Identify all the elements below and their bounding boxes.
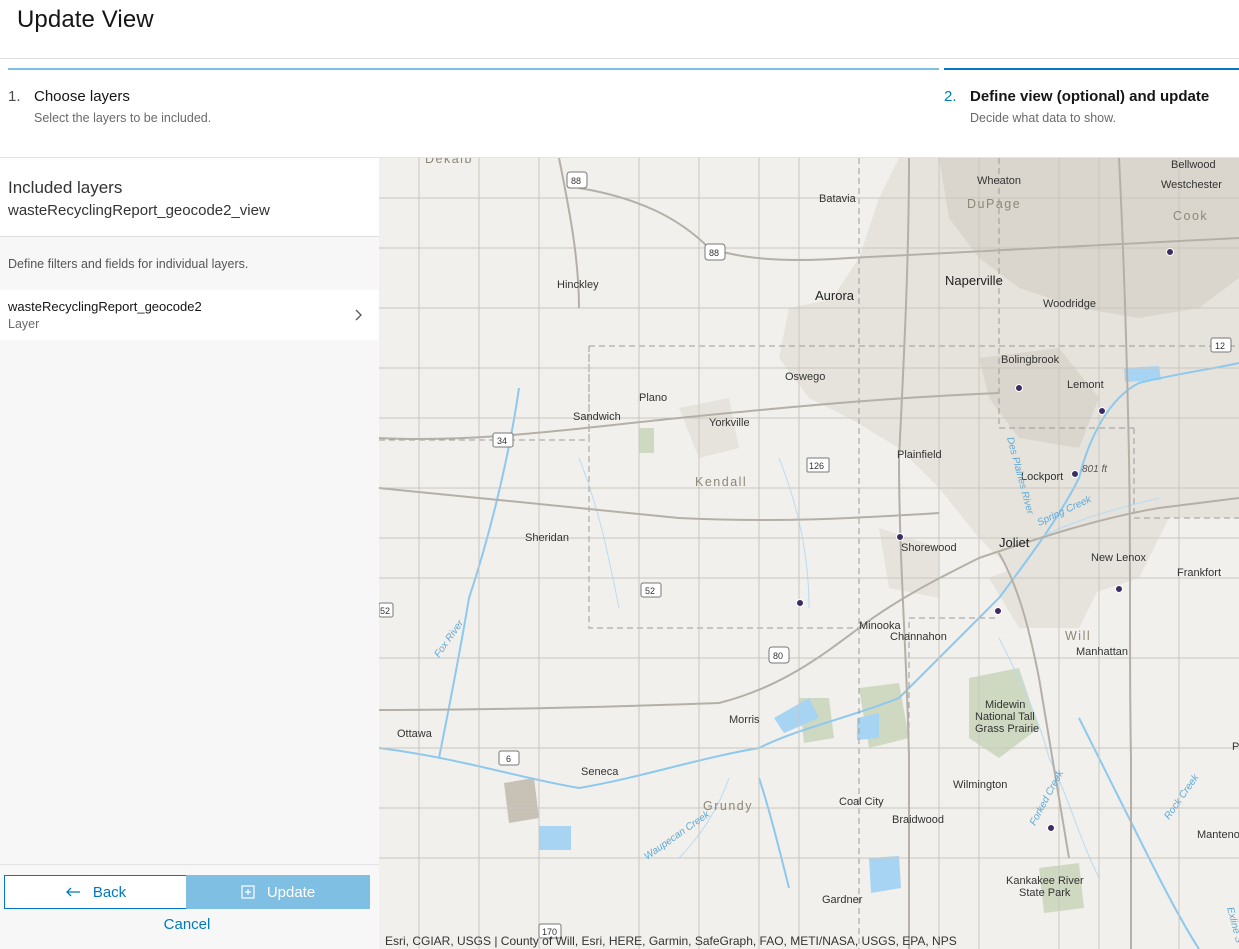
map-view[interactable]: 88 88 34 126 12 52 52 80 6 170 Dekalb Ba…	[379, 158, 1239, 949]
elevation-label: 801 ft	[1082, 464, 1108, 475]
page-title: Update View	[17, 6, 154, 33]
place-label: Aurora	[815, 288, 855, 303]
place-label: Cook	[1173, 209, 1208, 223]
map-point	[1047, 824, 1055, 832]
place-label: Frankfort	[1177, 567, 1221, 579]
shield-label: 6	[506, 754, 511, 764]
place-label: National Tall	[975, 711, 1035, 723]
place-label: Wheaton	[977, 175, 1021, 187]
map-point	[1166, 248, 1174, 256]
step-number: 1.	[8, 88, 21, 105]
map-attribution: Esri, CGIAR, USGS | County of Will, Esri…	[385, 934, 957, 948]
update-button[interactable]: Update	[186, 875, 370, 909]
place-label: Lemont	[1067, 379, 1104, 391]
place-label: Channahon	[890, 631, 947, 643]
map-point	[1115, 585, 1123, 593]
place-label: Grundy	[703, 799, 753, 813]
map-point	[796, 599, 804, 607]
place-label: Coal City	[839, 796, 884, 808]
place-label: Manteno	[1197, 829, 1239, 841]
water-label: Forked Creek	[1028, 768, 1067, 828]
place-label: Dekalb	[425, 158, 473, 166]
step-1-progress-bar	[8, 68, 939, 70]
plus-square-icon	[241, 885, 255, 899]
place-label: Midewin	[985, 699, 1025, 711]
step-description: Select the layers to be included.	[34, 111, 212, 125]
basemap: 88 88 34 126 12 52 52 80 6 170 Dekalb Ba…	[379, 158, 1239, 949]
place-label: Kendall	[695, 475, 747, 489]
back-button[interactable]: Back	[4, 875, 187, 909]
place-label: Sandwich	[573, 411, 621, 423]
shield-label: 52	[380, 606, 390, 616]
place-label: Kankakee River	[1006, 875, 1084, 887]
step-number: 2.	[944, 88, 957, 105]
place-label: New Lenox	[1091, 552, 1147, 564]
header-divider	[0, 58, 1239, 59]
place-label: Shorewood	[901, 542, 957, 554]
place-label: Batavia	[819, 193, 857, 205]
back-label: Back	[92, 883, 127, 901]
shield-label: 80	[773, 651, 783, 661]
map-point	[1098, 407, 1106, 415]
place-label: DuPage	[967, 197, 1021, 211]
shield-label: 52	[645, 586, 655, 596]
place-label: Naperville	[945, 273, 1003, 288]
place-label: P	[1232, 741, 1239, 753]
place-label: Oswego	[785, 371, 825, 383]
step-2-progress-bar	[944, 68, 1239, 70]
shield-label: 12	[1215, 341, 1225, 351]
layers-panel: Included layers wasteRecyclingReport_geo…	[0, 158, 379, 949]
place-label: Plainfield	[897, 449, 942, 461]
water-label: Waupecan Creek	[642, 809, 712, 863]
place-label: Will	[1065, 629, 1091, 643]
place-label: Seneca	[581, 766, 619, 778]
shield-label: 34	[497, 436, 507, 446]
place-label: Hinckley	[557, 279, 599, 291]
included-layers-header: Included layers wasteRecyclingReport_geo…	[0, 158, 379, 237]
cancel-button[interactable]: Cancel	[4, 916, 370, 933]
map-point	[896, 533, 904, 541]
place-label: Plano	[639, 392, 667, 404]
arrow-left-icon	[65, 887, 80, 897]
place-label: Ottawa	[397, 728, 433, 740]
layer-name: wasteRecyclingReport_geocode2	[8, 299, 202, 314]
view-name: wasteRecyclingReport_geocode2_view	[8, 202, 270, 219]
place-label: Grass Prairie	[975, 723, 1039, 735]
update-label: Update	[266, 883, 316, 901]
step-label: Choose layers	[34, 88, 130, 105]
place-label: State Park	[1019, 887, 1071, 899]
included-layers-title: Included layers	[8, 178, 123, 197]
place-label: Bellwood	[1171, 159, 1216, 171]
place-label: Manhattan	[1076, 646, 1128, 658]
map-point	[1071, 470, 1079, 478]
place-label: Morris	[729, 714, 760, 726]
place-label: Westchester	[1161, 179, 1222, 191]
shield-label: 88	[709, 248, 719, 258]
layer-type: Layer	[8, 317, 40, 331]
place-label: Joliet	[999, 535, 1030, 550]
water-label: Exline S	[1224, 906, 1239, 945]
shield-label: 126	[809, 461, 824, 471]
layer-list-item[interactable]: wasteRecyclingReport_geocode2 Layer	[0, 290, 379, 340]
place-label: Sheridan	[525, 532, 569, 544]
place-label: Woodridge	[1043, 298, 1096, 310]
place-label: Bolingbrook	[1001, 354, 1060, 366]
place-label: Wilmington	[953, 779, 1007, 791]
step-label: Define view (optional) and update	[970, 88, 1210, 105]
step-description: Decide what data to show.	[970, 111, 1116, 125]
map-point	[994, 607, 1002, 615]
footer-divider	[0, 864, 379, 865]
define-filters-text: Define filters and fields for individual…	[8, 257, 249, 271]
water-label: Rock Creek	[1162, 772, 1202, 822]
place-label: Braidwood	[892, 814, 944, 826]
map-point	[1015, 384, 1023, 392]
place-label: Gardner	[822, 894, 863, 906]
place-label: Yorkville	[709, 417, 750, 429]
chevron-right-icon	[355, 309, 362, 321]
shield-label: 88	[571, 176, 581, 186]
